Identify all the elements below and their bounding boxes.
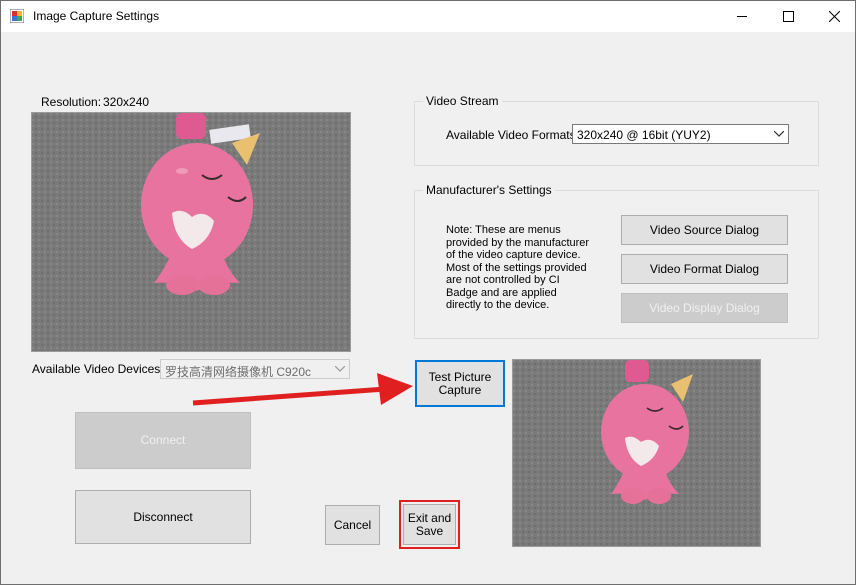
image-capture-settings-window: Image Capture Settings Resolution: 320x2…: [0, 0, 856, 585]
manufacturer-note: Note: These are menus provided by the ma…: [446, 224, 606, 312]
app-icon: [10, 9, 24, 23]
note-line: Most of the settings provided: [446, 261, 587, 274]
video-formats-select[interactable]: 320x240 @ 16bit (YUY2): [572, 124, 789, 144]
test-picture-label-line: Test Picture: [428, 369, 492, 384]
cancel-button[interactable]: Cancel: [325, 505, 380, 545]
annotation-arrow: [192, 373, 413, 406]
video-formats-value: 320x240 @ 16bit (YUY2): [577, 128, 711, 142]
note-line: directly to the device.: [446, 299, 550, 311]
manufacturer-settings-group-title: Manufacturer's Settings: [423, 183, 555, 197]
captured-picture-preview: [512, 359, 761, 547]
maximize-icon: [782, 11, 794, 22]
maximize-button[interactable]: [765, 1, 811, 32]
live-video-preview: [31, 112, 351, 352]
note-line: Badge and are applied: [446, 286, 557, 299]
narwhal-plush-image: [32, 113, 350, 351]
narwhal-plush-capture-image: [513, 360, 760, 546]
chevron-down-icon: [774, 131, 784, 137]
note-line: Note: These are menus: [446, 224, 561, 236]
minimize-icon: [736, 16, 747, 17]
video-display-dialog-button[interactable]: Video Display Dialog: [621, 293, 788, 323]
title-bar: Image Capture Settings: [1, 1, 855, 32]
connect-button[interactable]: Connect: [75, 412, 251, 469]
test-picture-capture-button[interactable]: Test Picture Capture: [415, 360, 505, 407]
resolution-label: Resolution:: [41, 95, 102, 109]
disconnect-button[interactable]: Disconnect: [75, 490, 251, 544]
close-icon: [828, 11, 840, 22]
exit-and-save-button[interactable]: Exit and Save: [403, 504, 456, 545]
note-line: provided by the manufacturer: [446, 236, 590, 249]
window-title: Image Capture Settings: [33, 9, 160, 23]
test-picture-label-line: Capture: [438, 382, 482, 397]
close-button[interactable]: [811, 1, 856, 32]
note-line: are not controlled by CI: [446, 274, 560, 286]
exit-save-label-line: Exit and: [407, 510, 452, 525]
resolution-value: 320x240: [103, 95, 150, 109]
exit-save-label-line: Save: [415, 523, 444, 538]
video-formats-label: Available Video Formats:: [446, 128, 579, 142]
video-stream-group-title: Video Stream: [423, 94, 502, 108]
minimize-button[interactable]: [719, 1, 765, 32]
video-source-dialog-button[interactable]: Video Source Dialog: [621, 215, 788, 245]
video-devices-label: Available Video Devices:: [32, 362, 164, 376]
video-format-dialog-button[interactable]: Video Format Dialog: [621, 254, 788, 284]
note-line: of the video capture device.: [446, 249, 581, 261]
